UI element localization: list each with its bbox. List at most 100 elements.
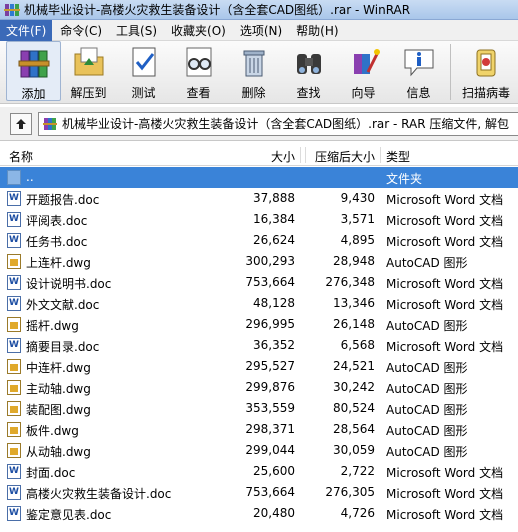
file-packed-size: 9,430 bbox=[340, 191, 375, 205]
view-label: 查看 bbox=[186, 86, 211, 100]
add-label: 添加 bbox=[21, 87, 46, 101]
file-name: 从动轴.dwg bbox=[26, 445, 91, 459]
column-name[interactable]: 名称 bbox=[9, 148, 33, 165]
file-row[interactable]: 从动轴.dwg 299,044 30,059 AutoCAD 图形 bbox=[0, 440, 518, 461]
menu-bar: 文件(F) 命令(C) 工具(S) 收藏夹(O) 选项(N) 帮助(H) bbox=[0, 19, 518, 41]
file-list: .. 文件夹 开题报告.doc 37,888 9,430 Microsoft W… bbox=[0, 167, 518, 524]
virus-scan-button[interactable]: 扫描病毒 bbox=[455, 41, 517, 101]
find-button[interactable]: 查找 bbox=[281, 41, 336, 101]
delete-label: 删除 bbox=[241, 86, 266, 100]
file-name: 开题报告.doc bbox=[26, 193, 100, 207]
winrar-app-icon bbox=[4, 3, 20, 17]
word-document-icon bbox=[7, 338, 21, 353]
test-button[interactable]: 测试 bbox=[116, 41, 171, 101]
file-packed-size: 30,059 bbox=[333, 443, 375, 457]
file-row[interactable]: 封面.doc 25,600 2,722 Microsoft Word 文档 bbox=[0, 461, 518, 482]
file-type: AutoCAD 图形 bbox=[386, 361, 468, 375]
file-name: 摘要目录.doc bbox=[26, 340, 100, 354]
word-document-icon bbox=[7, 296, 21, 311]
find-binoculars-icon bbox=[291, 44, 327, 80]
file-size: 298,371 bbox=[245, 422, 295, 436]
autocad-drawing-icon bbox=[7, 422, 21, 437]
add-button[interactable]: 添加 bbox=[6, 41, 61, 101]
menu-tools[interactable]: 工具(S) bbox=[110, 20, 163, 41]
test-label: 测试 bbox=[131, 86, 156, 100]
up-arrow-icon bbox=[16, 118, 26, 129]
file-name: 高楼火灾救生装备设计.doc bbox=[26, 487, 172, 501]
file-row[interactable]: 摇杆.dwg 296,995 26,148 AutoCAD 图形 bbox=[0, 314, 518, 335]
file-row[interactable]: 高楼火灾救生装备设计.doc 753,664 276,305 Microsoft… bbox=[0, 482, 518, 503]
menu-favorites[interactable]: 收藏夹(O) bbox=[165, 20, 232, 41]
wizard-button[interactable]: 向导 bbox=[336, 41, 391, 101]
column-size[interactable]: 大小 bbox=[271, 148, 295, 165]
file-name: 鉴定意见表.doc bbox=[26, 508, 112, 522]
autocad-drawing-icon bbox=[7, 359, 21, 374]
file-size: 299,044 bbox=[245, 443, 295, 457]
title-bar: 机械毕业设计-高楼火灾救生装备设计（含全套CAD图纸）.rar - WinRAR bbox=[0, 0, 518, 20]
file-row[interactable]: 摘要目录.doc 36,352 6,568 Microsoft Word 文档 bbox=[0, 335, 518, 356]
column-separator bbox=[380, 147, 381, 163]
file-name: 装配图.dwg bbox=[26, 403, 91, 417]
file-size: 295,527 bbox=[245, 359, 295, 373]
file-type: Microsoft Word 文档 bbox=[386, 277, 504, 291]
file-size: 36,352 bbox=[253, 338, 295, 352]
file-type: Microsoft Word 文档 bbox=[386, 214, 504, 228]
up-folder-button[interactable] bbox=[10, 112, 32, 135]
menu-options[interactable]: 选项(N) bbox=[234, 20, 288, 41]
file-row[interactable]: 评阅表.doc 16,384 3,571 Microsoft Word 文档 bbox=[0, 209, 518, 230]
delete-button[interactable]: 删除 bbox=[226, 41, 281, 101]
autocad-drawing-icon bbox=[7, 254, 21, 269]
view-button[interactable]: 查看 bbox=[171, 41, 226, 101]
wizard-label: 向导 bbox=[351, 86, 376, 100]
file-packed-size: 3,571 bbox=[340, 212, 375, 226]
file-name: 上连杆.dwg bbox=[26, 256, 91, 270]
file-type: Microsoft Word 文档 bbox=[386, 235, 504, 249]
info-icon bbox=[401, 44, 437, 80]
extract-to-label: 解压到 bbox=[70, 86, 107, 100]
file-size: 26,624 bbox=[253, 233, 295, 247]
file-row[interactable]: 主动轴.dwg 299,876 30,242 AutoCAD 图形 bbox=[0, 377, 518, 398]
file-row[interactable]: 板件.dwg 298,371 28,564 AutoCAD 图形 bbox=[0, 419, 518, 440]
file-packed-size: 6,568 bbox=[340, 338, 375, 352]
file-packed-size: 2,722 bbox=[340, 464, 375, 478]
file-type: AutoCAD 图形 bbox=[386, 403, 468, 417]
menu-commands[interactable]: 命令(C) bbox=[54, 20, 108, 41]
file-row[interactable]: 装配图.dwg 353,559 80,524 AutoCAD 图形 bbox=[0, 398, 518, 419]
file-row[interactable]: 中连杆.dwg 295,527 24,521 AutoCAD 图形 bbox=[0, 356, 518, 377]
file-size: 37,888 bbox=[253, 191, 295, 205]
file-packed-size: 276,305 bbox=[325, 485, 375, 499]
autocad-drawing-icon bbox=[7, 317, 21, 332]
file-type: 文件夹 bbox=[386, 172, 423, 186]
file-row[interactable]: 上连杆.dwg 300,293 28,948 AutoCAD 图形 bbox=[0, 251, 518, 272]
file-list-header: 名称 大小 压缩后大小 类型 bbox=[0, 144, 518, 166]
wizard-wand-icon bbox=[346, 44, 382, 80]
menu-file[interactable]: 文件(F) bbox=[0, 19, 53, 41]
word-document-icon bbox=[7, 275, 21, 290]
column-packed[interactable]: 压缩后大小 bbox=[315, 148, 375, 165]
column-separator bbox=[300, 147, 301, 163]
file-row[interactable]: 任务书.doc 26,624 4,895 Microsoft Word 文档 bbox=[0, 230, 518, 251]
info-button[interactable]: 信息 bbox=[391, 41, 446, 101]
file-row[interactable]: 鉴定意见表.doc 20,480 4,726 Microsoft Word 文档 bbox=[0, 503, 518, 524]
file-row-parent[interactable]: .. 文件夹 bbox=[0, 167, 518, 188]
find-label: 查找 bbox=[296, 86, 321, 100]
address-text: 机械毕业设计-高楼火灾救生装备设计（含全套CAD图纸）.rar - RAR 压缩… bbox=[62, 117, 509, 131]
file-row[interactable]: 设计说明书.doc 753,664 276,348 Microsoft Word… bbox=[0, 272, 518, 293]
file-row[interactable]: 开题报告.doc 37,888 9,430 Microsoft Word 文档 bbox=[0, 188, 518, 209]
file-packed-size: 13,346 bbox=[333, 296, 375, 310]
file-packed-size: 276,348 bbox=[325, 275, 375, 289]
file-packed-size: 24,521 bbox=[333, 359, 375, 373]
file-row[interactable]: 外文文献.doc 48,128 13,346 Microsoft Word 文档 bbox=[0, 293, 518, 314]
column-separator bbox=[305, 147, 306, 163]
file-name: 设计说明书.doc bbox=[26, 277, 112, 291]
file-size: 299,876 bbox=[245, 380, 295, 394]
column-type[interactable]: 类型 bbox=[386, 148, 410, 165]
menu-help[interactable]: 帮助(H) bbox=[290, 20, 344, 41]
file-size: 48,128 bbox=[253, 296, 295, 310]
file-name: 板件.dwg bbox=[26, 424, 79, 438]
autocad-drawing-icon bbox=[7, 443, 21, 458]
file-size: 296,995 bbox=[245, 317, 295, 331]
address-field[interactable]: 机械毕业设计-高楼火灾救生装备设计（含全套CAD图纸）.rar - RAR 压缩… bbox=[38, 111, 518, 136]
extract-to-button[interactable]: 解压到 bbox=[61, 41, 116, 101]
word-document-icon bbox=[7, 233, 21, 248]
